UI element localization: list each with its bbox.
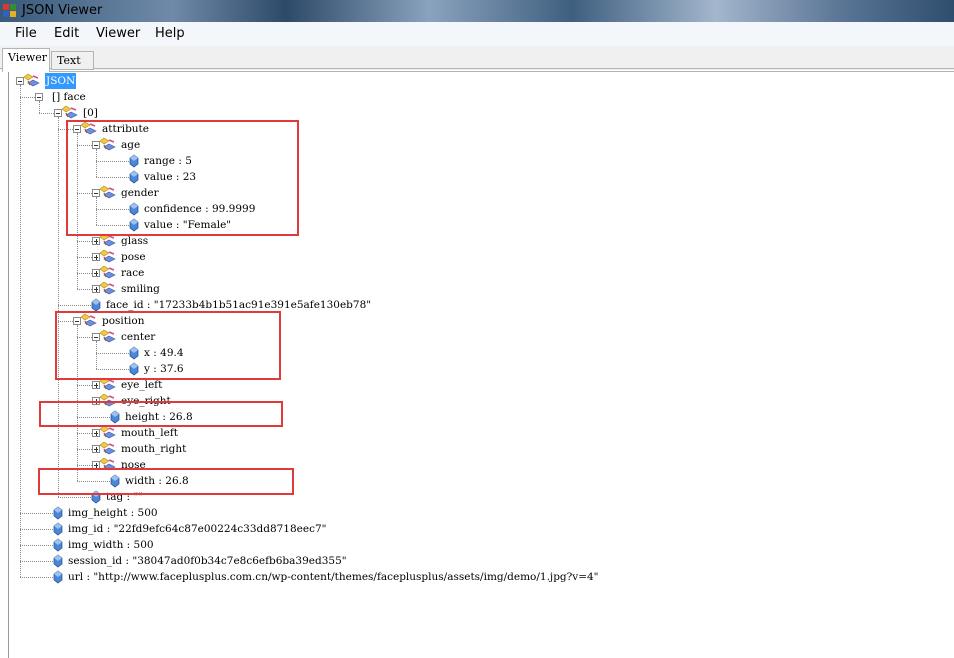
expand-toggle-icon[interactable] <box>92 381 100 389</box>
tree-node-pose[interactable]: pose <box>121 249 146 265</box>
tree-node-smiling[interactable]: smiling <box>121 281 160 297</box>
tree-root-json[interactable]: JSON <box>45 73 77 89</box>
expand-toggle-icon[interactable] <box>92 445 100 453</box>
expand-toggle-icon[interactable] <box>92 237 100 245</box>
tree-connector-horizontal <box>20 513 53 514</box>
object-node-icon <box>62 105 78 119</box>
object-node-icon <box>100 249 116 263</box>
highlight-box-width <box>38 468 294 495</box>
tree-leaf-session-id[interactable]: session_id : "38047ad0f0b34c7e8c6efb6ba3… <box>68 553 347 569</box>
tree-leaf-img-width[interactable]: img_width : 500 <box>68 537 154 553</box>
expand-toggle-icon[interactable] <box>92 285 100 293</box>
tree-connector-horizontal <box>20 97 35 98</box>
object-node-icon <box>24 73 40 87</box>
leaf-value-icon <box>53 506 63 520</box>
leaf-value-icon <box>91 298 101 312</box>
expand-toggle-icon[interactable] <box>92 253 100 261</box>
expand-toggle-icon[interactable] <box>92 269 100 277</box>
tree-connector-horizontal <box>77 433 92 434</box>
tree-node-face[interactable]: [] face <box>52 89 86 105</box>
tree-node-race[interactable]: race <box>121 265 144 281</box>
tree-connector-horizontal <box>77 257 92 258</box>
collapse-toggle-icon[interactable] <box>35 93 43 101</box>
tree-node-face-0[interactable]: [0] <box>83 105 98 121</box>
tree-connector-horizontal <box>20 529 53 530</box>
leaf-value-icon <box>53 522 63 536</box>
tree-connector-horizontal <box>20 545 53 546</box>
tree-connector-horizontal <box>77 273 92 274</box>
object-node-icon <box>100 265 116 279</box>
highlight-box-position <box>55 311 281 380</box>
highlight-box-attribute <box>66 120 299 236</box>
tree-connector-horizontal <box>77 449 92 450</box>
tree-connector-horizontal <box>58 497 91 498</box>
tree-connector-horizontal <box>58 305 91 306</box>
tree-connector-vertical <box>20 85 21 577</box>
collapse-toggle-icon[interactable] <box>54 109 62 117</box>
tab-viewer[interactable]: Viewer <box>2 48 50 72</box>
tree-connector-horizontal <box>20 577 53 578</box>
object-node-icon <box>100 281 116 295</box>
tree-connector-horizontal <box>20 561 53 562</box>
tree-connector-horizontal <box>77 289 92 290</box>
tree-connector-horizontal <box>77 385 92 386</box>
tree-leaf-img-id[interactable]: img_id : "22fd9efc64c87e00224c33dd8718ee… <box>68 521 326 537</box>
object-node-icon <box>100 425 116 439</box>
tree-connector-vertical <box>39 101 40 113</box>
leaf-value-icon <box>53 570 63 584</box>
tree-leaf-img-height[interactable]: img_height : 500 <box>68 505 158 521</box>
tree-node-mouth-left[interactable]: mouth_left <box>121 425 178 441</box>
tree-connector-horizontal <box>77 241 92 242</box>
tree-connector-horizontal <box>77 465 92 466</box>
tree-connector-horizontal <box>39 113 54 114</box>
object-node-icon <box>100 441 116 455</box>
highlight-box-height <box>39 401 283 427</box>
tree-leaf-url[interactable]: url : "http://www.faceplusplus.com.cn/wp… <box>68 569 599 585</box>
tree-connector-vertical <box>58 117 59 497</box>
tree-node-mouth-right[interactable]: mouth_right <box>121 441 186 457</box>
leaf-value-icon <box>53 538 63 552</box>
expand-toggle-icon[interactable] <box>92 429 100 437</box>
leaf-value-icon <box>53 554 63 568</box>
collapse-toggle-icon[interactable] <box>16 77 24 85</box>
